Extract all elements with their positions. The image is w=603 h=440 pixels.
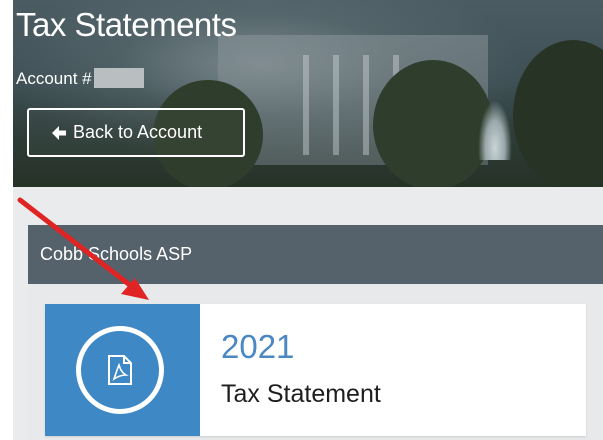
panel-header: Cobb Schools ASP: [28, 225, 603, 284]
pdf-file-icon: [108, 355, 132, 385]
statement-icon-tile: [45, 304, 200, 436]
redacted-account-value: [93, 68, 144, 88]
page-title: Tax Statements: [16, 6, 237, 43]
back-to-account-button[interactable]: Back to Account: [27, 108, 245, 157]
account-number: Account #: [16, 68, 144, 89]
back-button-label: Back to Account: [73, 122, 203, 142]
statement-year: 2021: [221, 328, 295, 365]
tax-statement-link[interactable]: 2021 Tax Statement: [45, 304, 586, 436]
panel-title: Cobb Schools ASP: [40, 244, 193, 264]
account-label: Account #: [16, 69, 92, 88]
background-fountain: [478, 100, 512, 160]
icon-circle: [76, 326, 164, 414]
arrow-left-icon: [52, 125, 66, 140]
statement-label: Tax Statement: [221, 380, 381, 408]
